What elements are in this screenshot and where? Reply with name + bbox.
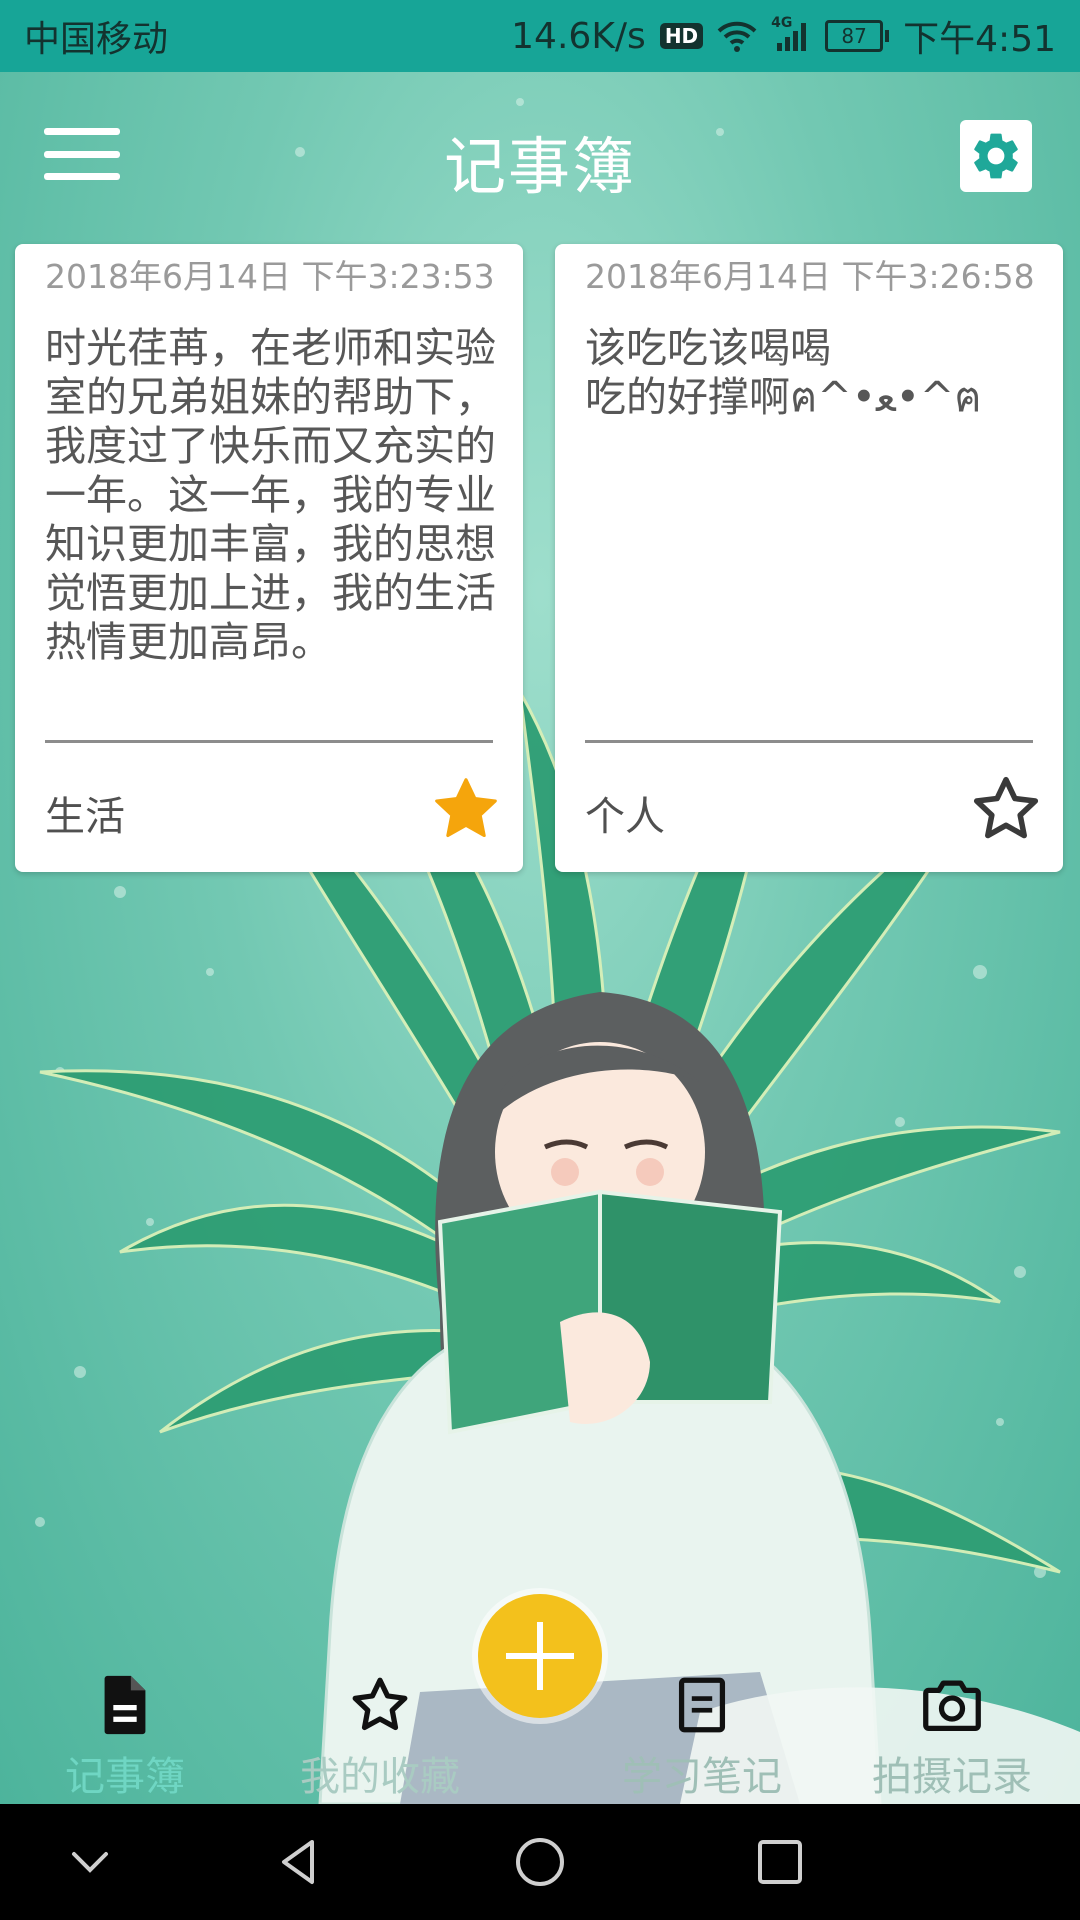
app-bar: 记事簿 [0,72,1080,242]
gear-icon [974,133,1018,179]
tab-label: 拍摄记录 [872,1754,1032,1800]
back-icon[interactable] [270,1832,330,1892]
tab-photo-records[interactable]: 拍摄记录 [862,1660,1042,1804]
note-card[interactable]: 2018年6月14日 下午3:26:58 该吃吃该喝喝 吃的好撑啊ฅ^•ﻌ•^ฅ… [555,244,1063,872]
camera-icon [923,1680,981,1731]
note-date: 2018年6月14日 下午3:26:58 [585,257,1035,296]
tab-label: 记事簿 [65,1754,185,1800]
note-date: 2018年6月14日 下午3:23:53 [45,257,495,296]
note-category: 个人 [585,794,665,840]
note-card[interactable]: 2018年6月14日 下午3:23:53 时光荏苒，在老师和实验室的兄弟姐妹的帮… [15,244,523,872]
system-nav-bar [0,1804,1080,1920]
note-content: 该吃吃该喝喝 吃的好撑啊ฅ^•ﻌ•^ฅ [585,324,982,421]
network-speed: 14.6K/s [511,15,646,57]
cell-signal-icon: 4G [771,15,811,53]
screen: 中国移动 14.6K/s HD 4G 87 下午4:51 记事簿 2018年6月… [0,0,1080,1920]
battery-icon: 87 [825,20,890,52]
home-icon[interactable] [510,1832,570,1892]
tab-study-notes[interactable]: 学习笔记 [612,1660,792,1804]
status-bar: 中国移动 14.6K/s HD 4G 87 下午4:51 [0,0,1080,72]
tab-label: 我的收藏 [300,1754,460,1800]
note-icon [678,1677,726,1733]
recents-icon[interactable] [750,1832,810,1892]
tab-label: 学习笔记 [622,1754,782,1800]
page-title: 记事簿 [443,130,636,203]
clock: 下午4:51 [903,19,1056,60]
add-note-button[interactable] [478,1594,602,1718]
tab-favorites[interactable]: 我的收藏 [280,1660,480,1804]
document-icon [104,1675,146,1735]
tab-notes[interactable]: 记事簿 [45,1660,205,1804]
plus-icon [506,1622,574,1690]
carrier-name: 中国移动 [24,19,169,60]
divider [585,740,1033,743]
hd-badge: HD [659,23,704,49]
note-content: 时光荏苒，在老师和实验室的兄弟姐妹的帮助下，我度过了快乐而又充实的一年。这一年，… [45,324,496,666]
battery-level: 87 [825,20,884,52]
star-icon [352,1677,408,1731]
chevron-down-icon[interactable] [60,1832,120,1892]
star-filled-icon[interactable] [429,772,503,846]
divider [45,740,493,743]
note-category: 生活 [45,794,125,840]
wifi-icon [717,21,757,52]
settings-button[interactable] [960,120,1032,192]
star-outline-icon[interactable] [969,772,1043,846]
